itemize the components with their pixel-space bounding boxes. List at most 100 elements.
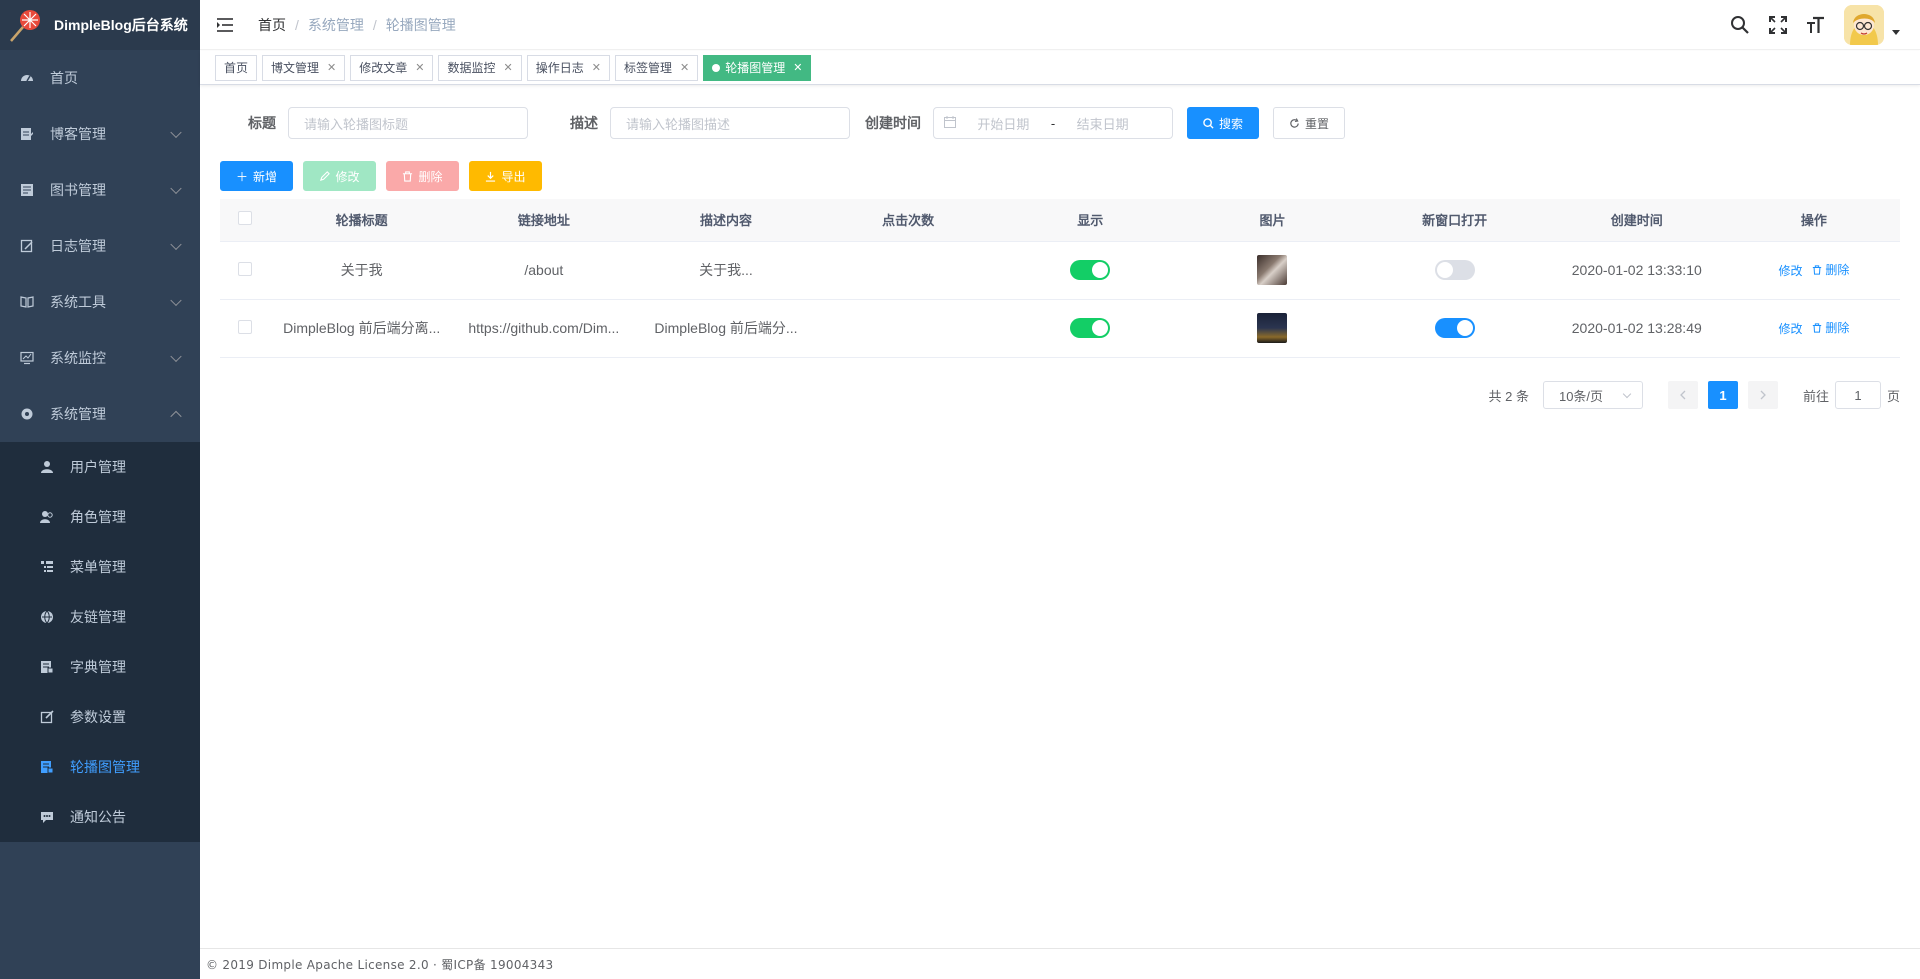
tag-label: 修改文章 (359, 61, 408, 75)
row-edit-label: 修改 (1778, 321, 1803, 336)
pagination-total: 共 2 条 (1488, 388, 1529, 404)
desc-input[interactable]: 请输入轮播图描述 (610, 107, 850, 139)
sidebar-item-home[interactable]: 首页 (0, 50, 200, 106)
edit-button[interactable]: 修改 (303, 161, 376, 191)
close-icon[interactable]: ✕ (592, 61, 601, 74)
column-header: 描述内容 (634, 199, 818, 242)
close-icon[interactable]: ✕ (504, 61, 513, 74)
app-title: DimpleBlog后台系统 (54, 17, 188, 33)
sidebar-item-roles[interactable]: 角色管理 (0, 492, 200, 542)
tag-carousel-manage[interactable]: 轮播图管理 ✕ (703, 54, 812, 81)
chevron-down-icon (170, 182, 182, 195)
sidebar-item-users[interactable]: 用户管理 (0, 442, 200, 492)
sidebar-item-label: 首页 (50, 70, 78, 86)
page-size-select[interactable]: 10条/页 (1542, 381, 1643, 409)
page-jumper: 前往 1 页 (1803, 381, 1900, 409)
date-range-picker[interactable]: 开始日期 - 结束日期 (933, 107, 1173, 139)
tag-label: 博文管理 (271, 61, 320, 75)
new-window-switch[interactable] (1434, 318, 1475, 338)
log-icon (20, 239, 34, 253)
sidebar-item-system[interactable]: 系统管理 (0, 386, 200, 442)
search-button[interactable]: 搜索 (1187, 107, 1259, 139)
sidebar-item-label: 系统监控 (50, 350, 106, 366)
delete-button[interactable]: 删除 (386, 161, 459, 191)
breadcrumb-home[interactable]: 首页 (258, 15, 286, 35)
close-icon[interactable]: ✕ (793, 61, 802, 74)
sidebar-item-notice[interactable]: 通知公告 (0, 792, 200, 842)
delete-icon (1812, 265, 1822, 275)
avatar[interactable] (1844, 5, 1884, 45)
add-button-label: 新增 (253, 169, 278, 184)
next-page-button[interactable] (1747, 381, 1778, 409)
sidebar-item-tools[interactable]: 系统工具 (0, 274, 200, 330)
row-edit-link[interactable]: 修改 (1778, 320, 1802, 337)
sidebar-item-monitor[interactable]: 系统监控 (0, 330, 200, 386)
display-switch[interactable] (1070, 260, 1111, 280)
chevron-down-icon (1622, 389, 1632, 399)
sidebar-item-menus[interactable]: 菜单管理 (0, 542, 200, 592)
sidebar-item-params[interactable]: 参数设置 (0, 692, 200, 742)
column-header: 创建时间 (1545, 199, 1728, 242)
add-button[interactable]: ＋ 新增 (220, 161, 293, 191)
dashboard-icon (20, 71, 34, 85)
sidebar-item-carousel[interactable]: 轮播图管理 (0, 742, 200, 792)
tag-home[interactable]: 首页 (215, 54, 258, 81)
search-icon[interactable] (1730, 15, 1750, 35)
tag-blog-manage[interactable]: 博文管理 ✕ (262, 54, 346, 81)
tag-operation-log[interactable]: 操作日志 ✕ (526, 54, 610, 81)
reset-button[interactable]: 重置 (1273, 107, 1345, 139)
close-icon[interactable]: ✕ (680, 61, 689, 74)
hamburger-icon[interactable] (216, 16, 234, 34)
row-delete-link[interactable]: 删除 (1812, 261, 1849, 278)
row-delete-label: 删除 (1825, 321, 1850, 336)
close-icon[interactable]: ✕ (327, 61, 336, 74)
display-switch[interactable] (1070, 318, 1111, 338)
row-edit-link[interactable]: 修改 (1778, 262, 1802, 279)
sidebar-item-blog[interactable]: 博客管理 (0, 106, 200, 162)
delete-button-label: 删除 (418, 169, 443, 184)
refresh-icon (1289, 117, 1300, 129)
export-button[interactable]: 导出 (469, 161, 542, 191)
breadcrumb-system: 系统管理 (307, 16, 364, 33)
carousel-thumbnail[interactable] (1257, 313, 1288, 343)
sidebar-item-dict[interactable]: 字典管理 (0, 642, 200, 692)
search-icon (1203, 117, 1214, 129)
tag-label: 首页 (224, 61, 249, 75)
edit-icon (319, 170, 331, 182)
sidebar-bottom (0, 843, 200, 979)
new-window-switch[interactable] (1434, 260, 1475, 280)
tag-edit-article[interactable]: 修改文章 ✕ (350, 54, 434, 81)
user-icon (40, 460, 54, 474)
sidebar-item-links[interactable]: 友链管理 (0, 592, 200, 642)
fullscreen-icon[interactable] (1768, 15, 1788, 35)
font-size-icon[interactable] (1806, 15, 1826, 35)
row-delete-link[interactable]: 删除 (1812, 319, 1849, 336)
cell-description: DimpleBlog 前后端分... (634, 299, 818, 358)
page-number-current[interactable]: 1 (1707, 381, 1738, 409)
caret-down-icon[interactable] (1892, 29, 1900, 35)
chevron-down-icon (170, 238, 182, 251)
sidebar-item-books[interactable]: 图书管理 (0, 162, 200, 218)
cell-new-window (1363, 299, 1546, 358)
footer: © 2019 Dimple Apache License 2.0 · 蜀ICP备… (200, 948, 1920, 979)
select-all-checkbox[interactable] (220, 199, 271, 242)
logo-area[interactable]: DimpleBlog后台系统 (0, 0, 200, 50)
row-checkbox[interactable] (220, 241, 271, 300)
close-icon[interactable]: ✕ (415, 61, 424, 74)
carousel-thumbnail[interactable] (1257, 255, 1288, 285)
tag-label: 轮播图管理 (725, 61, 786, 75)
title-input[interactable]: 请输入轮播图标题 (288, 107, 528, 139)
desc-placeholder: 请输入轮播图描述 (626, 116, 731, 132)
tag-label-manage[interactable]: 标签管理 ✕ (614, 54, 699, 81)
row-checkbox[interactable] (220, 299, 271, 358)
edit-icon (40, 710, 54, 724)
sidebar-item-label: 系统管理 (50, 406, 106, 422)
sidebar: DimpleBlog后台系统 首页 博客管理 图书管理 日志管理 系统工具 系统… (0, 0, 200, 843)
tag-data-monitor[interactable]: 数据监控 ✕ (438, 54, 522, 81)
sidebar-item-logs[interactable]: 日志管理 (0, 218, 200, 274)
breadcrumb-separator: / (372, 16, 377, 33)
system-submenu: 用户管理 角色管理 菜单管理 友链管理 字典管理 参数设置 轮播图管理 通知公告 (0, 442, 200, 842)
monitor-icon (20, 351, 34, 365)
goto-page-input[interactable]: 1 (1834, 381, 1881, 409)
prev-page-button[interactable] (1667, 381, 1698, 409)
